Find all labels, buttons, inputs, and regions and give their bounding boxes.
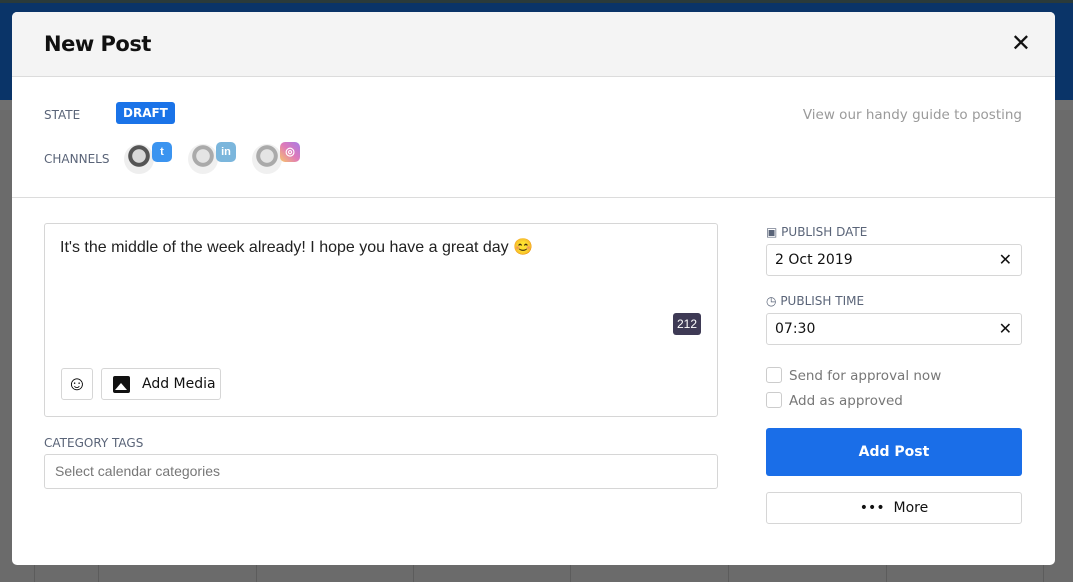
background-calendar-grid (0, 565, 1073, 582)
publish-time-text: PUBLISH TIME (780, 294, 865, 308)
smiley-icon: ☺ (66, 373, 88, 395)
clear-time-icon[interactable]: ✕ (999, 319, 1012, 338)
image-icon (113, 376, 130, 393)
publish-date-label: ▣ PUBLISH DATE (766, 225, 867, 239)
send-for-approval-label: Send for approval now (789, 368, 942, 384)
category-tags-label: CATEGORY TAGS (44, 436, 144, 450)
publish-date-input[interactable]: 2 Oct 2019 ✕ (766, 244, 1022, 276)
divider (12, 197, 1055, 198)
avatar (252, 144, 282, 174)
emoji-button[interactable]: ☺ (61, 368, 93, 400)
twitter-icon: t (152, 142, 172, 162)
guide-link[interactable]: View our handy guide to posting (803, 107, 1022, 123)
send-for-approval-checkbox[interactable]: Send for approval now (766, 367, 941, 384)
close-icon[interactable]: ✕ (1011, 32, 1031, 56)
calendar-icon: ▣ (766, 225, 778, 239)
publish-time-value: 07:30 (775, 321, 816, 337)
add-as-approved-checkbox[interactable]: Add as approved (766, 392, 903, 409)
clock-icon: ◷ (766, 294, 777, 308)
new-post-modal: New Post ✕ STATE DRAFT View our handy gu… (12, 12, 1055, 565)
post-editor[interactable]: It's the middle of the week already! I h… (44, 223, 718, 417)
checkbox[interactable] (766, 392, 782, 408)
publish-time-label: ◷ PUBLISH TIME (766, 294, 864, 308)
category-tags-input[interactable]: Select calendar categories (44, 454, 718, 489)
char-count: 212 (672, 313, 701, 335)
modal-title: New Post (44, 32, 151, 56)
avatar (124, 144, 154, 174)
channels-label: CHANNELS (44, 152, 110, 166)
post-text[interactable]: It's the middle of the week already! I h… (60, 237, 533, 257)
avatar (188, 144, 218, 174)
channel-instagram[interactable]: ◎ (252, 142, 300, 174)
add-post-button[interactable]: Add Post (766, 428, 1022, 476)
publish-date-text: PUBLISH DATE (781, 225, 868, 239)
linkedin-icon: in (216, 142, 236, 162)
clear-date-icon[interactable]: ✕ (999, 250, 1012, 269)
add-media-button[interactable]: Add Media (101, 368, 221, 400)
add-as-approved-label: Add as approved (789, 393, 903, 409)
modal-header: New Post ✕ (12, 12, 1055, 77)
publish-date-value: 2 Oct 2019 (775, 252, 853, 268)
checkbox[interactable] (766, 367, 782, 383)
status-badge: DRAFT (116, 102, 175, 124)
more-button[interactable]: ••• More (766, 492, 1022, 524)
more-label: More (893, 500, 929, 516)
add-media-label: Add Media (142, 376, 216, 392)
instagram-icon: ◎ (280, 142, 300, 162)
publish-time-input[interactable]: 07:30 ✕ (766, 313, 1022, 345)
more-icon: ••• (859, 500, 885, 516)
channel-linkedin[interactable]: in (188, 142, 236, 174)
state-label: STATE (44, 108, 81, 122)
channel-twitter[interactable]: t (124, 142, 172, 174)
